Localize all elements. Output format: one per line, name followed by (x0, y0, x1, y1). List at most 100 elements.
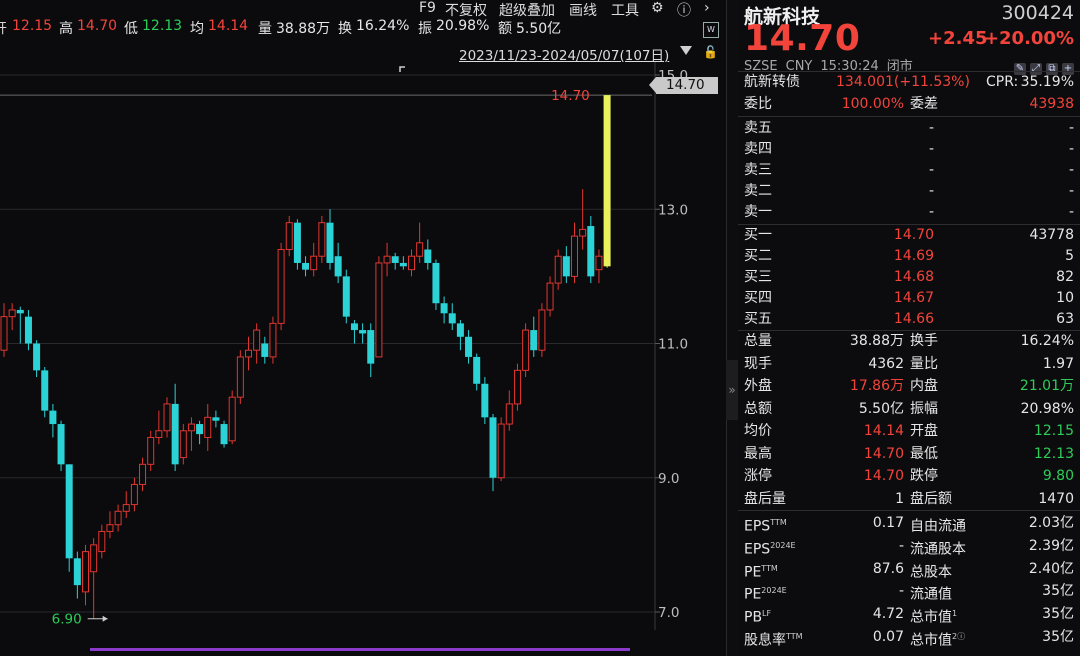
stat-label: 开盘 (910, 423, 938, 439)
quote-panel: 航新科技 300424 14.70 +2.45 +20.00% SZSE CNY 1… (738, 0, 1080, 656)
candle-body (171, 403, 179, 465)
kline-chart-pane[interactable]: 15.013.011.09.07.014.706.90 开 12.15 高 14… (0, 0, 726, 656)
fund-label-text: 流通股本 (910, 541, 966, 558)
open-label: 开 (0, 18, 7, 38)
weibi-value: 100.00% (841, 96, 904, 112)
bid-volume: 82 (1056, 269, 1074, 285)
chevron-right-icon[interactable]: › (704, 0, 710, 16)
avg-value: 14.14 (208, 18, 249, 34)
candle-body (179, 430, 187, 459)
high-value: 14.70 (77, 18, 118, 34)
candle-body (473, 356, 481, 384)
f9-button[interactable]: F9 (419, 0, 436, 16)
bid-price: 14.66 (893, 311, 934, 327)
candle-body (187, 423, 195, 432)
candle-body (163, 403, 171, 432)
stat-value: 38.88万 (849, 333, 904, 349)
gear-icon[interactable]: ⚙ (651, 0, 664, 16)
candle-body (293, 222, 301, 263)
amplitude-value: 20.98% (436, 18, 490, 34)
stats-row: 均价 14.14 开盘 12.15 (744, 420, 1074, 442)
wp-icon[interactable]: W (703, 22, 719, 38)
high-label: 高 (59, 21, 73, 37)
ask-row[interactable]: 卖一 - - (744, 201, 1074, 223)
candle-body (16, 309, 24, 314)
ask-volume: - (1068, 141, 1074, 157)
bid-row[interactable]: 买五 14.66 63 (744, 308, 1074, 330)
candle-body (73, 558, 81, 586)
cpr-value: 35.19% (1020, 74, 1074, 90)
corner-marker (399, 66, 405, 72)
bid-row[interactable]: 买三 14.68 82 (744, 266, 1074, 288)
stat-label: 盘后量 (744, 490, 786, 507)
range-dropdown-icon[interactable] (680, 46, 692, 55)
candle-body (24, 316, 32, 344)
fund-label: 股息率TTM (744, 626, 803, 652)
ask-row[interactable]: 卖三 - - (744, 159, 1074, 181)
fund-label-text: EPS (744, 518, 771, 535)
candle-body (326, 222, 334, 263)
candle-body (302, 262, 310, 270)
stat-label: 内盘 (910, 378, 938, 394)
candle-body (562, 256, 570, 277)
fund-label-text: PB (744, 609, 763, 626)
stat-label: 涨停 (744, 468, 772, 484)
overlay-button[interactable]: 超级叠加 (499, 0, 555, 20)
fund-label: 总股本 (910, 558, 952, 584)
stats-row: 最高 14.70 最低 12.13 (744, 443, 1074, 465)
candle-body (554, 255, 562, 284)
fund-value: 4.72 (872, 606, 904, 623)
stat-label: 均价 (744, 423, 772, 439)
bid-row[interactable]: 买一 14.70 43778 (744, 224, 1074, 246)
divider (738, 510, 1080, 511)
panel-icons: ✎ ⤢ ⧉ + (1010, 56, 1074, 75)
candle-body (236, 356, 244, 398)
candle-body (277, 249, 285, 324)
candle-body (310, 255, 318, 271)
candle-body (440, 303, 448, 314)
candle-body (342, 276, 350, 317)
stat-value: 1470 (1038, 490, 1074, 507)
kline-chart[interactable]: 15.013.011.09.07.014.706.90 (0, 0, 726, 656)
ask-row[interactable]: 卖二 - - (744, 180, 1074, 202)
stock-change: +2.45 (928, 28, 988, 49)
bond-label: 航新转债 (744, 74, 800, 90)
fund-label-sup: 2ⓘ (952, 632, 966, 641)
candle-body (212, 417, 220, 421)
draw-button[interactable]: 画线 (569, 0, 597, 20)
fundamental-row: PE2024E - 流通值 35亿 (744, 580, 1074, 603)
bid-row[interactable]: 买二 14.69 5 (744, 245, 1074, 267)
ask-row[interactable]: 卖四 - - (744, 138, 1074, 160)
fund-label: 自由流通 (910, 512, 966, 538)
candle-body (33, 343, 41, 371)
candle-body (448, 313, 456, 324)
fund-value: 2.39亿 (1028, 537, 1074, 554)
tools-button[interactable]: 工具 (611, 0, 639, 20)
double-chevron-right-icon[interactable]: » (726, 360, 738, 420)
no-adjust-button[interactable]: 不复权 (445, 0, 487, 20)
ask-label: 卖一 (744, 204, 772, 220)
lock-icon[interactable]: 🔓 (703, 45, 718, 59)
help-icon[interactable]: ⓘ (677, 0, 691, 20)
fund-label-text: PE (744, 564, 762, 581)
candle-body (220, 424, 228, 445)
candle-body (579, 228, 587, 237)
fund-value: 0.17 (872, 515, 904, 531)
stat-value: 14.70 (863, 468, 904, 484)
candle-body (65, 464, 73, 559)
ask-row[interactable]: 卖五 - - (744, 117, 1074, 139)
bid-volume: 10 (1056, 290, 1074, 306)
date-range[interactable]: 2023/11/23-2024/05/07(107日) (459, 44, 669, 64)
candle-body (245, 349, 252, 358)
candle-body (513, 369, 521, 405)
bid-price: 14.69 (893, 248, 934, 264)
bid-row[interactable]: 买四 14.67 10 (744, 287, 1074, 309)
candle-body (228, 396, 236, 442)
bid-price: 14.68 (893, 269, 934, 285)
last-price-tag: 14.70 (649, 77, 718, 94)
bond-row[interactable]: 航新转债 134.001(+11.53%) CPR: 35.19% (744, 71, 1074, 93)
candle-body (456, 323, 464, 337)
candle-body (147, 436, 155, 465)
candle-body (522, 329, 530, 371)
fund-value: 2.40亿 (1028, 560, 1074, 577)
